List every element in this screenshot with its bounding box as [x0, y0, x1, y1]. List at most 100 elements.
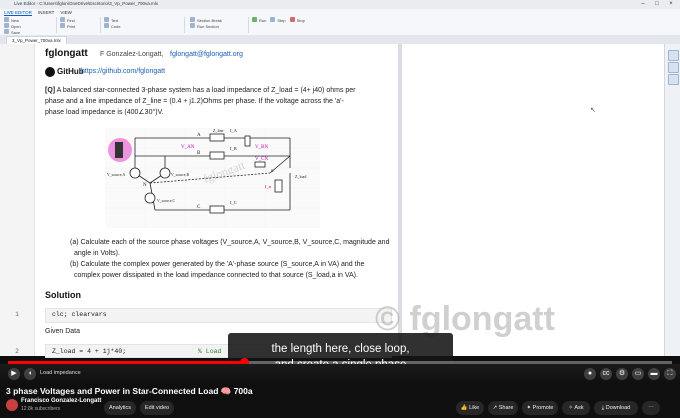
- download-label: Download: [605, 405, 631, 411]
- label-zload: Z_load: [295, 174, 306, 179]
- hide-code-icon[interactable]: [668, 74, 679, 85]
- channel-avatar[interactable]: [6, 399, 18, 411]
- code-button[interactable]: Code: [111, 24, 121, 29]
- minimize-icon[interactable]: –: [636, 0, 650, 9]
- like-icon: 👍: [460, 405, 470, 411]
- three-phase-circuit-diagram: A B C N n Z_line Z_load V_AN V_BN V_CN I…: [105, 128, 320, 228]
- question-line-3: phase load impedance is (400∠30°)V.: [45, 109, 164, 116]
- fullscreen-icon[interactable]: ⛶: [664, 368, 676, 380]
- line-number-gutter: [0, 44, 35, 356]
- save-icon[interactable]: [4, 29, 9, 34]
- github-link[interactable]: https://github.com/fglongatt: [81, 66, 165, 77]
- label-vcn: V_CN: [255, 157, 268, 162]
- output-right-icon[interactable]: [668, 62, 679, 73]
- task-b-line-2: complex power dissipated in the load imp…: [74, 272, 358, 279]
- step-icon[interactable]: [270, 17, 276, 22]
- miniplayer-icon[interactable]: ▭: [632, 368, 644, 380]
- task-a-line-1: (a) Calculate each of the source phase v…: [70, 239, 390, 246]
- theater-icon[interactable]: ▬: [648, 368, 660, 380]
- caption-line-1: the length here, close loop,: [271, 343, 410, 355]
- right-toolbar: [664, 44, 680, 356]
- line-number-2: 2: [15, 348, 19, 355]
- output-inline-icon[interactable]: [668, 50, 679, 61]
- label-zline: Z_line: [213, 128, 224, 133]
- question-paragraph: [Q] A balanced star-connected 3-phase sy…: [45, 85, 390, 96]
- tab-live-editor[interactable]: LIVE EDITOR: [4, 10, 32, 16]
- ribbon-group-section: Section Break Run Section: [190, 17, 249, 33]
- captions-icon[interactable]: cc: [600, 368, 612, 380]
- share-button[interactable]: ↗ Share: [488, 401, 518, 415]
- given-data-heading: Given Data: [45, 328, 81, 335]
- ribbon-tabs: LIVE EDITOR INSERT VIEW: [4, 10, 72, 16]
- edit-video-button[interactable]: Edit video: [140, 401, 174, 415]
- solution-heading: Solution: [45, 290, 81, 300]
- stop-button[interactable]: Stop: [297, 18, 305, 23]
- ask-label: Ask: [574, 405, 584, 411]
- label-in: I_n: [265, 184, 272, 189]
- volume-icon[interactable]: ◖: [24, 368, 36, 380]
- tab-insert[interactable]: INSERT: [38, 10, 54, 16]
- player-controls: [0, 364, 680, 384]
- open-icon[interactable]: [4, 23, 9, 28]
- promote-label: Promote: [532, 405, 554, 411]
- play-icon[interactable]: ▶: [8, 368, 20, 380]
- ribbon-toolbar: LIVE EDITOR INSERT VIEW New Open Save Fi…: [0, 9, 680, 36]
- ribbon-group-insert: Text Code: [104, 17, 185, 33]
- section-break-icon[interactable]: [190, 17, 195, 22]
- like-button[interactable]: 👍 Like: [456, 401, 484, 415]
- run-section-icon[interactable]: [190, 23, 195, 28]
- label-ic: I_C: [230, 200, 237, 205]
- label-node-n-source: N: [143, 183, 147, 188]
- code-comment-load: % Load: [198, 348, 222, 355]
- more-actions-icon[interactable]: ⋯: [642, 401, 660, 415]
- run-button[interactable]: Run: [259, 18, 266, 23]
- label-ia: I_A: [230, 128, 238, 133]
- code-icon[interactable]: [104, 23, 109, 28]
- line-number-1: 1: [15, 311, 19, 318]
- stop-icon[interactable]: [289, 17, 295, 22]
- ask-button[interactable]: ✧ Ask: [562, 401, 590, 415]
- promote-button[interactable]: ✦ Promote: [522, 401, 558, 415]
- maximize-icon[interactable]: □: [650, 0, 664, 9]
- print-icon[interactable]: [60, 23, 65, 28]
- cursor-pen-icon: [115, 142, 123, 158]
- like-label: Like: [469, 405, 480, 411]
- ribbon-group-navigate: Find Print: [60, 17, 101, 33]
- author-email-link[interactable]: fglongatt@fglongatt.org: [170, 49, 243, 60]
- question-tag: [Q]: [45, 87, 56, 94]
- print-button[interactable]: Print: [67, 24, 75, 29]
- settings-gear-icon[interactable]: ⚙: [616, 368, 628, 380]
- label-ib: I_B: [230, 146, 237, 151]
- github-label: GitHub: [57, 67, 84, 76]
- author-name: F Gonzalez-Longatt,: [100, 51, 164, 58]
- find-icon[interactable]: [60, 17, 65, 22]
- label-van: V_AN: [181, 145, 195, 150]
- mouse-cursor-icon: ↖: [590, 107, 596, 114]
- question-line-2: phase and a line impedance of Z_line = (…: [45, 98, 344, 105]
- chapter-label[interactable]: Load impedance: [40, 370, 81, 376]
- channel-name[interactable]: Francisco Gonzalez-Longatt: [21, 398, 101, 404]
- fglongatt-logo: fglongatt: [45, 48, 88, 59]
- ribbon-group-run: Run Step Stop: [252, 17, 312, 33]
- run-section-button[interactable]: Run Section: [197, 24, 219, 29]
- new-icon[interactable]: [4, 17, 9, 22]
- run-icon[interactable]: [252, 17, 257, 22]
- video-title: 3 phase Voltages and Power in Star-Conne…: [6, 386, 253, 396]
- share-label: Share: [498, 405, 514, 411]
- step-button[interactable]: Step: [277, 18, 285, 23]
- analytics-button[interactable]: Analytics: [104, 401, 136, 415]
- code-line-1[interactable]: clc; clearvars: [52, 311, 107, 318]
- download-button[interactable]: ⤓ Download: [594, 401, 638, 415]
- subscriber-count: 12.8k subscribers: [21, 406, 61, 412]
- text-icon[interactable]: [104, 17, 109, 22]
- close-icon[interactable]: ×: [664, 0, 678, 9]
- task-a-line-2: angle in Volts).: [74, 250, 120, 257]
- github-icon: [45, 67, 55, 77]
- label-vbn: V_BN: [255, 145, 268, 150]
- autoplay-icon[interactable]: ●: [584, 368, 596, 380]
- question-line-1: A balanced star-connected 3-phase system…: [56, 87, 356, 94]
- tab-view[interactable]: VIEW: [60, 10, 72, 16]
- task-b-line-1: (b) Calculate the complex power generate…: [70, 261, 365, 268]
- code-line-2[interactable]: Z_load = 4 + 1j*40;: [52, 348, 126, 355]
- ribbon-group-file: New Open Save: [4, 17, 57, 35]
